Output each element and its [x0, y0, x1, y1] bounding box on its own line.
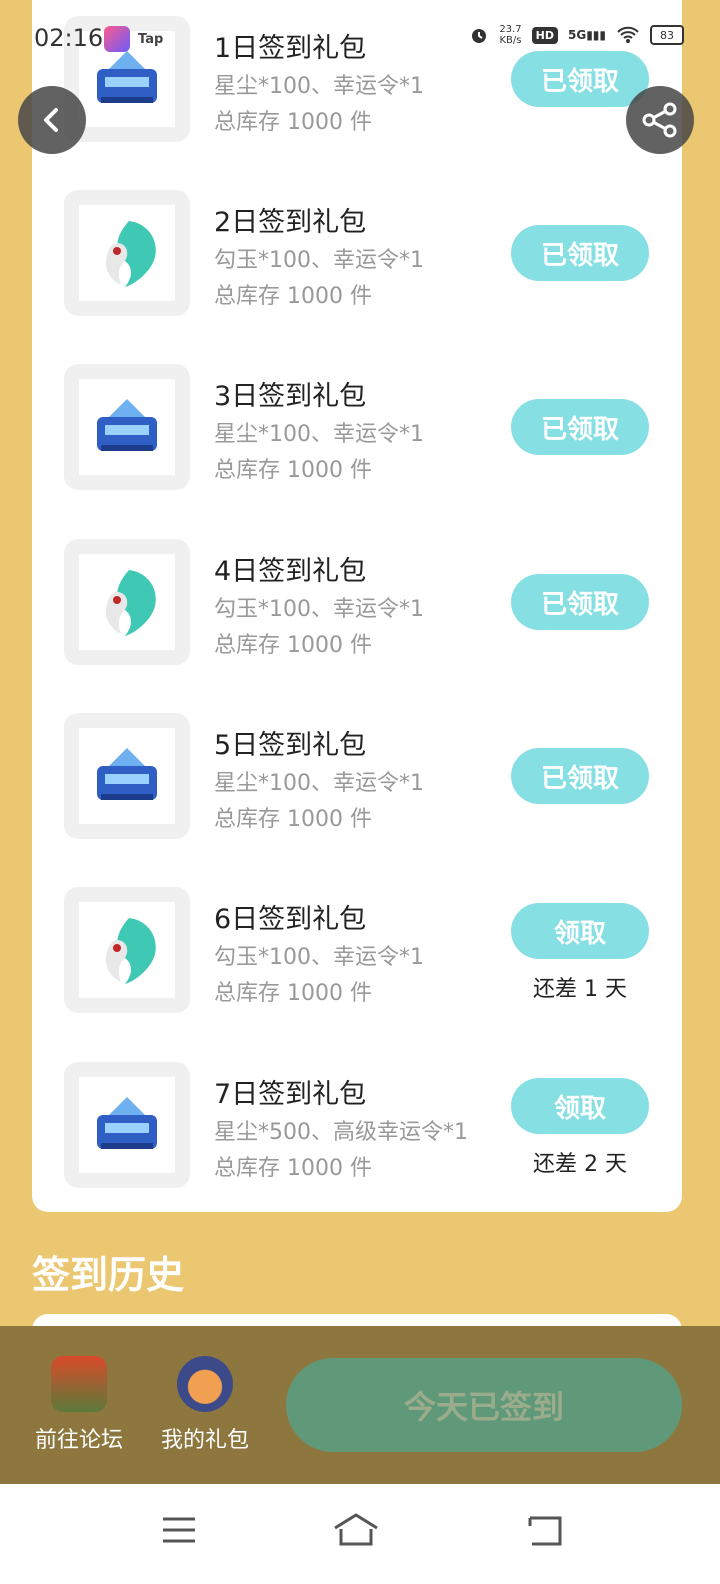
- gift-contents: 勾玉*100、幸运令*1: [214, 248, 424, 273]
- wifi-icon: [617, 26, 639, 43]
- gift-list-card: 1日签到礼包 星尘*100、幸运令*1 总库存 1000 件已领取 2日签到礼包 勾玉*…: [32, 0, 682, 1212]
- gift-row: 3日签到礼包星尘*100、幸运令*1 总库存 1000 件 已领取: [32, 364, 682, 494]
- chevron-left-icon: [44, 108, 58, 132]
- my-gift-button[interactable]: 我的礼包: [150, 1356, 260, 1454]
- status-indicators: 23.7 KB/s HD 5G▮▮▮ 83: [469, 24, 684, 46]
- forum-button[interactable]: 前往论坛: [24, 1356, 134, 1454]
- gift-stock: 总库存 1000 件: [214, 981, 372, 1006]
- gift-row: 2日签到礼包勾玉*100、幸运令*1 总库存 1000 件 已领取: [32, 190, 682, 320]
- back-nav-button[interactable]: [520, 1510, 568, 1550]
- game-forum-icon: [51, 1356, 107, 1412]
- status-bar: 02:16 Tap 23.7 KB/s HD 5G▮▮▮ 83: [0, 0, 720, 80]
- gift-row: 5日签到礼包星尘*100、幸运令*1 总库存 1000 件 已领取: [32, 713, 682, 843]
- days-remaining: 还差 1 天: [533, 977, 627, 1002]
- jade-magatama-icon: [79, 554, 175, 650]
- history-title: 签到历史: [32, 1253, 185, 1297]
- days-remaining: 还差 2 天: [533, 1152, 627, 1177]
- gift-title: 3日签到礼包: [214, 381, 367, 412]
- gift-thumbnail: [64, 713, 190, 839]
- forum-label: 前往论坛: [34, 1428, 123, 1453]
- gift-contents: 星尘*500、高级幸运令*1: [214, 1120, 468, 1145]
- gift-contents: 星尘*100、幸运令*1: [214, 422, 424, 447]
- notification-icons: Tap: [104, 26, 163, 52]
- gift-contents: 星尘*100、幸运令*1: [214, 771, 424, 796]
- gift-stock: 总库存 1000 件: [214, 1156, 372, 1181]
- gift-stock: 总库存 1000 件: [214, 458, 372, 483]
- shiba-avatar-icon: [177, 1356, 233, 1412]
- gift-row: 6日签到礼包勾玉*100、幸运令*1 总库存 1000 件 领取还差 1 天: [32, 887, 682, 1017]
- gift-row: 7日签到礼包星尘*500、高级幸运令*1 总库存 1000 件 领取还差 2 天: [32, 1062, 682, 1192]
- share-icon: [642, 102, 677, 138]
- gift-contents: 勾玉*100、幸运令*1: [214, 945, 424, 970]
- signed-today-button[interactable]: 今天已签到: [286, 1358, 682, 1452]
- signal-icon: 5G▮▮▮: [567, 28, 606, 42]
- menu-icon: [163, 1517, 195, 1543]
- claim-button[interactable]: 领取: [511, 903, 649, 959]
- network-speed: 23.7 KB/s: [499, 24, 522, 46]
- tap-logo-icon: Tap: [138, 31, 164, 47]
- gift-stock: 总库存 1000 件: [214, 110, 372, 135]
- status-time: 02:16: [34, 24, 104, 52]
- menu-nav-button[interactable]: [155, 1510, 203, 1550]
- gift-thumbnail: [64, 1062, 190, 1188]
- bottom-action-bar: 前往论坛 我的礼包 今天已签到: [0, 1326, 720, 1484]
- back-nav-icon: [528, 1516, 562, 1546]
- gift-title: 4日签到礼包: [214, 556, 367, 587]
- claim-button[interactable]: 已领取: [511, 748, 649, 804]
- gift-stock: 总库存 1000 件: [214, 284, 372, 309]
- gift-title: 2日签到礼包: [214, 207, 367, 238]
- system-nav-bar: [0, 1484, 720, 1584]
- jade-magatama-icon: [79, 205, 175, 301]
- home-icon: [334, 1513, 378, 1546]
- gift-thumbnail: [64, 190, 190, 316]
- blue-crystal-chest-icon: [79, 728, 175, 824]
- hd-icon: HD: [531, 26, 558, 44]
- blue-crystal-chest-icon: [79, 379, 175, 475]
- claim-button[interactable]: 领取: [511, 1078, 649, 1134]
- jade-magatama-icon: [79, 902, 175, 998]
- gift-contents: 勾玉*100、幸运令*1: [214, 597, 424, 622]
- claim-button[interactable]: 已领取: [511, 225, 649, 281]
- back-button[interactable]: [18, 86, 86, 154]
- home-nav-button[interactable]: [332, 1510, 380, 1550]
- gift-title: 7日签到礼包: [214, 1079, 367, 1110]
- battery-icon: 83: [650, 25, 684, 45]
- blue-crystal-chest-icon: [79, 1077, 175, 1173]
- my-gift-label: 我的礼包: [160, 1428, 249, 1453]
- app-notification-icon: [104, 26, 130, 52]
- alarm-icon: [472, 29, 487, 43]
- gift-thumbnail: [64, 364, 190, 490]
- gift-thumbnail: [64, 887, 190, 1013]
- share-button[interactable]: [626, 86, 694, 154]
- gift-stock: 总库存 1000 件: [214, 807, 372, 832]
- gift-title: 5日签到礼包: [214, 730, 367, 761]
- gift-thumbnail: [64, 539, 190, 665]
- gift-title: 6日签到礼包: [214, 904, 367, 935]
- claim-button[interactable]: 已领取: [511, 399, 649, 455]
- gift-stock: 总库存 1000 件: [214, 633, 372, 658]
- claim-button[interactable]: 已领取: [511, 574, 649, 630]
- gift-row: 4日签到礼包勾玉*100、幸运令*1 总库存 1000 件 已领取: [32, 539, 682, 669]
